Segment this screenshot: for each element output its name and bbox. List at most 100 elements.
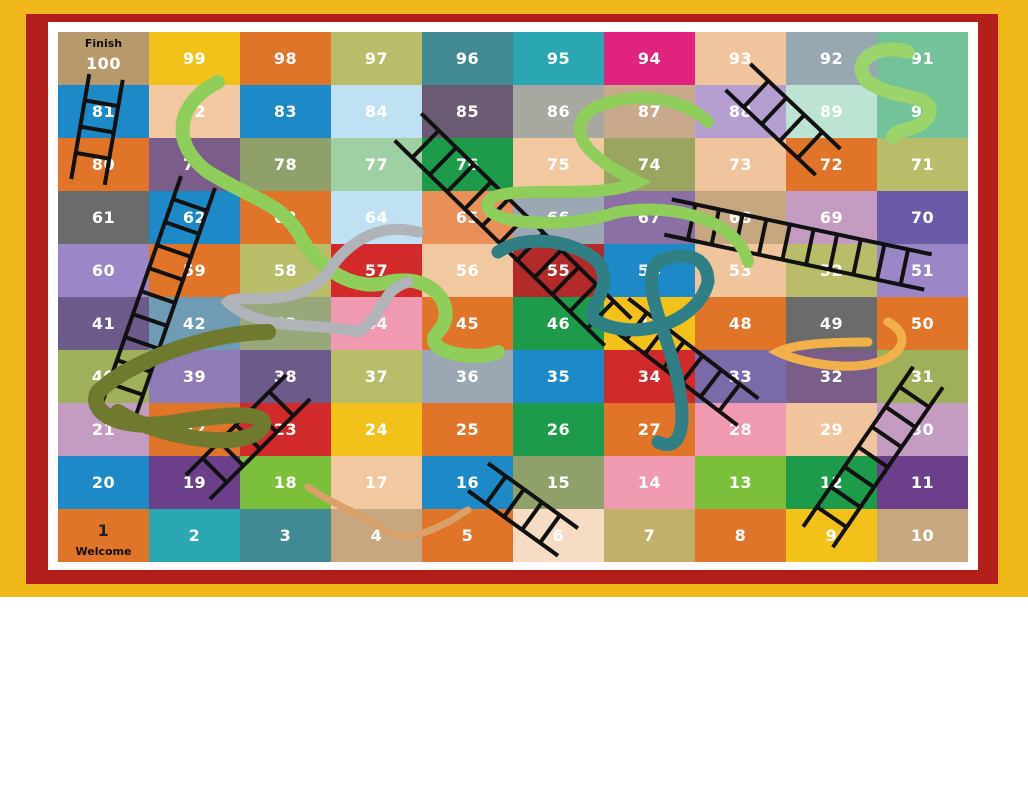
board-cell-29[interactable]: 29	[786, 403, 877, 456]
board-cell-3[interactable]: 3	[240, 509, 331, 562]
board-cell-47[interactable]: 47	[604, 297, 695, 350]
board-cell-4[interactable]: 4	[331, 509, 422, 562]
board-cell-20[interactable]: 20	[58, 456, 149, 509]
board-cell-61[interactable]: 61	[58, 191, 149, 244]
board-cell-88[interactable]: 88	[695, 85, 786, 138]
board-cell-87[interactable]: 87	[604, 85, 695, 138]
board-cell-83[interactable]: 83	[240, 85, 331, 138]
board-cell-26[interactable]: 26	[513, 403, 604, 456]
board-cell-64[interactable]: 64	[331, 191, 422, 244]
board-cell-12[interactable]: 12	[786, 456, 877, 509]
board-cell-74[interactable]: 74	[604, 138, 695, 191]
board-cell-17[interactable]: 17	[331, 456, 422, 509]
board-cell-33[interactable]: 33	[695, 350, 786, 403]
board-cell-32[interactable]: 32	[786, 350, 877, 403]
board-cell-78[interactable]: 78	[240, 138, 331, 191]
board-cell-59[interactable]: 59	[149, 244, 240, 297]
board-cell-14[interactable]: 14	[604, 456, 695, 509]
board-cell-58[interactable]: 58	[240, 244, 331, 297]
board-cell-22[interactable]: 22	[149, 403, 240, 456]
board-cell-62[interactable]: 62	[149, 191, 240, 244]
board-cell-46[interactable]: 46	[513, 297, 604, 350]
board-cell-5[interactable]: 5	[422, 509, 513, 562]
board-cell-50[interactable]: 50	[877, 297, 968, 350]
board-cell-24[interactable]: 24	[331, 403, 422, 456]
board-cell-30[interactable]: 30	[877, 403, 968, 456]
board-cell-79[interactable]: 79	[149, 138, 240, 191]
board-cell-7[interactable]: 7	[604, 509, 695, 562]
board-cell-44[interactable]: 44	[331, 297, 422, 350]
board-cell-52[interactable]: 52	[786, 244, 877, 297]
board-cell-19[interactable]: 19	[149, 456, 240, 509]
board-cell-37[interactable]: 37	[331, 350, 422, 403]
board-cell-92[interactable]: 92	[786, 32, 877, 85]
board-cell-35[interactable]: 35	[513, 350, 604, 403]
board-cell-89[interactable]: 89	[786, 85, 877, 138]
board-cell-38[interactable]: 38	[240, 350, 331, 403]
board-cell-95[interactable]: 95	[513, 32, 604, 85]
board-cell-53[interactable]: 53	[695, 244, 786, 297]
board-cell-80[interactable]: 80	[58, 138, 149, 191]
board-cell-48[interactable]: 48	[695, 297, 786, 350]
game-board-grid[interactable]: 100 Finish 99 98 97 96 95 94 93 92 91 81 82 83 84 85 86 8…	[58, 32, 968, 562]
board-cell-8[interactable]: 8	[695, 509, 786, 562]
board-cell-45[interactable]: 45	[422, 297, 513, 350]
board-cell-11[interactable]: 11	[877, 456, 968, 509]
board-cell-34[interactable]: 34	[604, 350, 695, 403]
board-cell-70[interactable]: 70	[877, 191, 968, 244]
board-cell-13[interactable]: 13	[695, 456, 786, 509]
board-cell-63[interactable]: 63	[240, 191, 331, 244]
board-cell-86[interactable]: 86	[513, 85, 604, 138]
board-cell-94[interactable]: 94	[604, 32, 695, 85]
board-cell-65[interactable]: 65	[422, 191, 513, 244]
board-cell-18[interactable]: 18	[240, 456, 331, 509]
board-cell-93[interactable]: 93	[695, 32, 786, 85]
board-cell-28[interactable]: 28	[695, 403, 786, 456]
board-cell-40[interactable]: 40	[58, 350, 149, 403]
board-cell-84[interactable]: 84	[331, 85, 422, 138]
board-cell-15[interactable]: 15	[513, 456, 604, 509]
board-cell-10[interactable]: 10	[877, 509, 968, 562]
board-cell-43[interactable]: 43	[240, 297, 331, 350]
board-cell-75[interactable]: 75	[513, 138, 604, 191]
board-cell-23[interactable]: 23	[240, 403, 331, 456]
board-cell-99[interactable]: 99	[149, 32, 240, 85]
board-cell-27[interactable]: 27	[604, 403, 695, 456]
board-cell-81[interactable]: 81	[58, 85, 149, 138]
board-cell-85[interactable]: 85	[422, 85, 513, 138]
board-cell-49[interactable]: 49	[786, 297, 877, 350]
board-cell-77[interactable]: 77	[331, 138, 422, 191]
board-cell-76[interactable]: 76	[422, 138, 513, 191]
board-cell-69[interactable]: 69	[786, 191, 877, 244]
board-cell-54[interactable]: 54	[604, 244, 695, 297]
board-cell-36[interactable]: 36	[422, 350, 513, 403]
board-cell-68[interactable]: 68	[695, 191, 786, 244]
board-cell-6[interactable]: 6	[513, 509, 604, 562]
board-cell-9[interactable]: 9	[786, 509, 877, 562]
board-cell-82[interactable]: 82	[149, 85, 240, 138]
board-cell-56[interactable]: 56	[422, 244, 513, 297]
board-cell-39[interactable]: 39	[149, 350, 240, 403]
board-cell-21[interactable]: 21	[58, 403, 149, 456]
board-cell-57[interactable]: 57	[331, 244, 422, 297]
board-cell-71[interactable]: 71	[877, 138, 968, 191]
board-cell-25[interactable]: 25	[422, 403, 513, 456]
board-cell-41[interactable]: 41	[58, 297, 149, 350]
board-cell-2[interactable]: 2	[149, 509, 240, 562]
board-cell-91[interactable]: 91	[877, 32, 968, 85]
board-cell-51[interactable]: 51	[877, 244, 968, 297]
board-cell-55[interactable]: 55	[513, 244, 604, 297]
board-cell-60[interactable]: 60	[58, 244, 149, 297]
board-cell-1[interactable]: 1 Welcome	[58, 509, 149, 562]
board-cell-72[interactable]: 72	[786, 138, 877, 191]
board-cell-100[interactable]: 100 Finish	[58, 32, 149, 85]
board-cell-96[interactable]: 96	[422, 32, 513, 85]
board-cell-16[interactable]: 16	[422, 456, 513, 509]
board-cell-98[interactable]: 98	[240, 32, 331, 85]
board-cell-97[interactable]: 97	[331, 32, 422, 85]
board-cell-42[interactable]: 42	[149, 297, 240, 350]
board-cell-66[interactable]: 66	[513, 191, 604, 244]
board-cell-31[interactable]: 31	[877, 350, 968, 403]
board-cell-90[interactable]: 90	[877, 85, 968, 138]
board-cell-67[interactable]: 67	[604, 191, 695, 244]
